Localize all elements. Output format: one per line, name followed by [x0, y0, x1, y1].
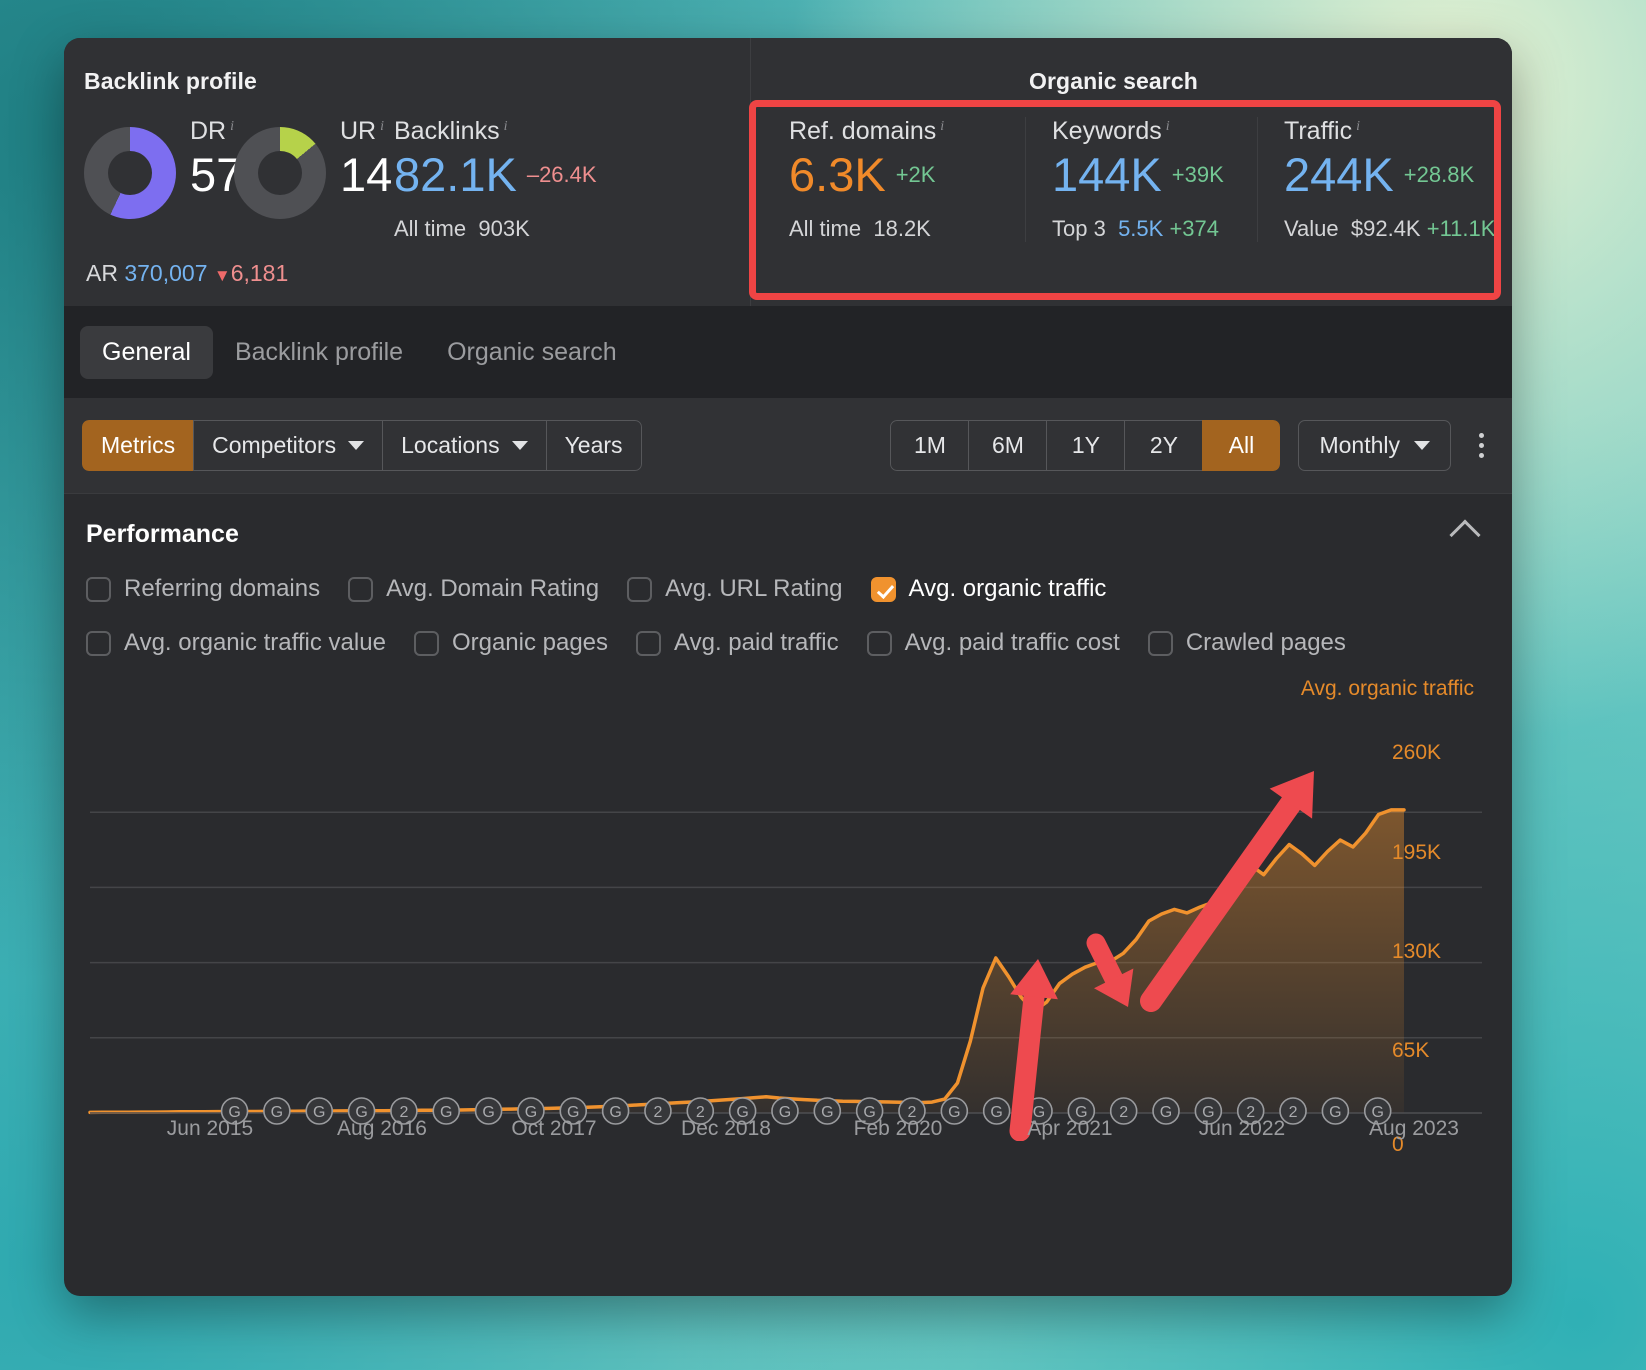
- segment-locations[interactable]: Locations: [382, 420, 546, 471]
- x-tick-aug-2016: Aug 2016: [337, 1117, 427, 1140]
- segment-metrics[interactable]: Metrics: [82, 420, 194, 471]
- checkbox-icon: [413, 630, 439, 656]
- x-tick-aug-2023: Aug 2023: [1369, 1117, 1459, 1140]
- time-range-segmented-control: 1M 6M 1Y 2Y All: [890, 420, 1281, 471]
- tab-organic-search[interactable]: Organic search: [425, 326, 639, 379]
- checkbox-icon: [1147, 630, 1173, 656]
- checkbox-icon: [86, 576, 111, 602]
- overview-metrics-panels: Backlink profile DR i 57 UR i 14 Backlin…: [64, 38, 1512, 306]
- ar-delta: 6,181: [230, 259, 289, 286]
- info-icon[interactable]: i: [1356, 119, 1360, 134]
- x-tick-apr-2021: Apr 2021: [1027, 1117, 1113, 1140]
- backlinks-alltime: All time 903K: [394, 215, 530, 241]
- x-tick-dec-2018: Dec 2018: [681, 1117, 771, 1140]
- backlinks-value: 82.1K –26.4K: [394, 148, 597, 201]
- info-icon[interactable]: i: [504, 119, 508, 134]
- traffic-value-subline: Value $92.4K +11.1K: [1284, 215, 1496, 241]
- keywords-metric[interactable]: Keywords i 144K +39K Top 3 5.5K +374: [1025, 117, 1257, 242]
- backlink-profile-panel: Backlink profile DR i 57 UR i 14 Backlin…: [64, 38, 750, 306]
- metric-checkbox-row-2: Avg. organic traffic value Organic pages…: [86, 629, 1490, 657]
- ref-domains-metric[interactable]: Ref. domains i 6.3K +2K All time 18.2K: [789, 117, 1025, 242]
- y-tick-130k: 130K: [1392, 940, 1442, 963]
- x-tick-feb-2020: Feb 2020: [853, 1117, 943, 1140]
- metric-checkbox-row-1: Referring domains Avg. Domain Rating Avg…: [86, 575, 1490, 603]
- checkbox-referring-domains[interactable]: Referring domains: [86, 575, 320, 603]
- backlink-profile-title: Backlink profile: [84, 68, 257, 94]
- traffic-delta: +28.8K: [1403, 162, 1475, 187]
- keywords-delta: +39K: [1171, 162, 1224, 187]
- y-tick-195k: 195K: [1392, 841, 1442, 864]
- range-1y[interactable]: 1Y: [1046, 420, 1125, 471]
- ur-metric[interactable]: UR i 14: [234, 117, 392, 219]
- traffic-value: 244K +28.8K: [1284, 148, 1475, 201]
- keywords-label: Keywords i: [1052, 117, 1170, 145]
- ahrefs-site-explorer-window: Backlink profile DR i 57 UR i 14 Backlin…: [64, 38, 1512, 1296]
- keywords-subline: Top 3 5.5K +374: [1052, 215, 1220, 241]
- chevron-up-icon[interactable]: [1449, 518, 1481, 551]
- ur-donut-icon: [234, 127, 326, 219]
- ref-domains-value: 6.3K +2K: [789, 148, 936, 201]
- backlinks-metric[interactable]: Backlinks i 82.1K –26.4K All time 903K: [384, 117, 634, 242]
- range-6m[interactable]: 6M: [968, 420, 1047, 471]
- ref-domains-label: Ref. domains i: [789, 117, 945, 145]
- checkbox-checked-icon: [870, 576, 896, 602]
- dr-metric[interactable]: DR i 57: [84, 117, 242, 219]
- chart-canvas: GGGG2GGGGG22GGGG2GGGG2GG22GG: [88, 771, 1482, 1141]
- y-tick-65k: 65K: [1392, 1039, 1430, 1062]
- section-tabs: General Backlink profile Organic search: [64, 306, 1512, 398]
- chart-legend: Avg. organic traffic: [1300, 677, 1474, 700]
- checkbox-icon: [627, 576, 653, 602]
- backlinks-label: Backlinks i: [394, 117, 508, 145]
- chart-toolbar: Metrics Competitors Locations Years 1M 6…: [64, 398, 1512, 494]
- ref-domains-delta: +2K: [895, 162, 936, 187]
- backlinks-delta: –26.4K: [526, 162, 597, 187]
- segment-competitors[interactable]: Competitors: [193, 420, 383, 471]
- checkbox-icon: [636, 630, 662, 656]
- checkbox-avg-paid-traffic[interactable]: Avg. paid traffic: [636, 629, 839, 657]
- chevron-down-icon: [1414, 441, 1430, 450]
- x-tick-jun-2015: Jun 2015: [166, 1117, 254, 1140]
- ar-metric[interactable]: AR 370,007 ▼6,181: [84, 260, 750, 287]
- range-1m[interactable]: 1M: [890, 420, 969, 471]
- y-tick-260k: 260K: [1392, 741, 1442, 764]
- checkbox-crawled-pages[interactable]: Crawled pages: [1147, 629, 1346, 657]
- checkbox-avg-organic-traffic-value[interactable]: Avg. organic traffic value: [86, 629, 386, 657]
- organic-search-panel: Organic search Ref. domains i 6.3K +2K All…: [750, 38, 1512, 306]
- ref-domains-subline: All time 18.2K: [789, 215, 931, 241]
- trend-down-icon: ▼: [213, 265, 231, 285]
- range-2y[interactable]: 2Y: [1124, 420, 1203, 471]
- kebab-menu-icon[interactable]: [1469, 427, 1494, 464]
- keywords-value: 144K +39K: [1052, 148, 1224, 201]
- checkbox-avg-url-rating[interactable]: Avg. URL Rating: [627, 575, 843, 603]
- checkbox-avg-organic-traffic[interactable]: Avg. organic traffic: [870, 575, 1106, 603]
- performance-section: Performance Referring domains Avg. Domai…: [64, 494, 1512, 1156]
- checkbox-icon: [348, 576, 374, 602]
- checkbox-organic-pages[interactable]: Organic pages: [413, 629, 608, 657]
- dr-donut-icon: [84, 127, 176, 219]
- chevron-down-icon: [348, 441, 365, 450]
- segment-years[interactable]: Years: [545, 420, 642, 471]
- x-tick-oct-2017: Oct 2017: [511, 1117, 597, 1140]
- info-icon[interactable]: i: [940, 119, 944, 134]
- tab-backlink-profile[interactable]: Backlink profile: [213, 326, 425, 379]
- granularity-dropdown[interactable]: Monthly: [1298, 420, 1451, 471]
- range-all[interactable]: All: [1202, 420, 1281, 471]
- x-tick-jun-2022: Jun 2022: [1198, 1117, 1286, 1140]
- ar-label: AR: [86, 259, 118, 286]
- performance-chart: Avg. organic traffic GGGG2GGGGG22GGGG2GG…: [86, 677, 1490, 1156]
- performance-title: Performance: [86, 520, 239, 548]
- chevron-down-icon: [511, 441, 528, 450]
- tab-general[interactable]: General: [80, 325, 213, 379]
- checkbox-avg-domain-rating[interactable]: Avg. Domain Rating: [348, 575, 599, 603]
- view-segmented-control: Metrics Competitors Locations Years: [82, 420, 642, 471]
- traffic-label: Traffic i: [1284, 117, 1360, 145]
- checkbox-icon: [86, 630, 111, 656]
- organic-search-title: Organic search: [1029, 68, 1198, 94]
- granularity-value: Monthly: [1319, 432, 1400, 458]
- traffic-metric[interactable]: Traffic i 244K +28.8K Value $92.4K +11.1K: [1257, 117, 1507, 242]
- info-icon[interactable]: i: [1166, 119, 1170, 134]
- checkbox-icon: [866, 630, 892, 656]
- ar-value: 370,007: [124, 259, 208, 286]
- checkbox-avg-paid-traffic-cost[interactable]: Avg. paid traffic cost: [866, 629, 1120, 657]
